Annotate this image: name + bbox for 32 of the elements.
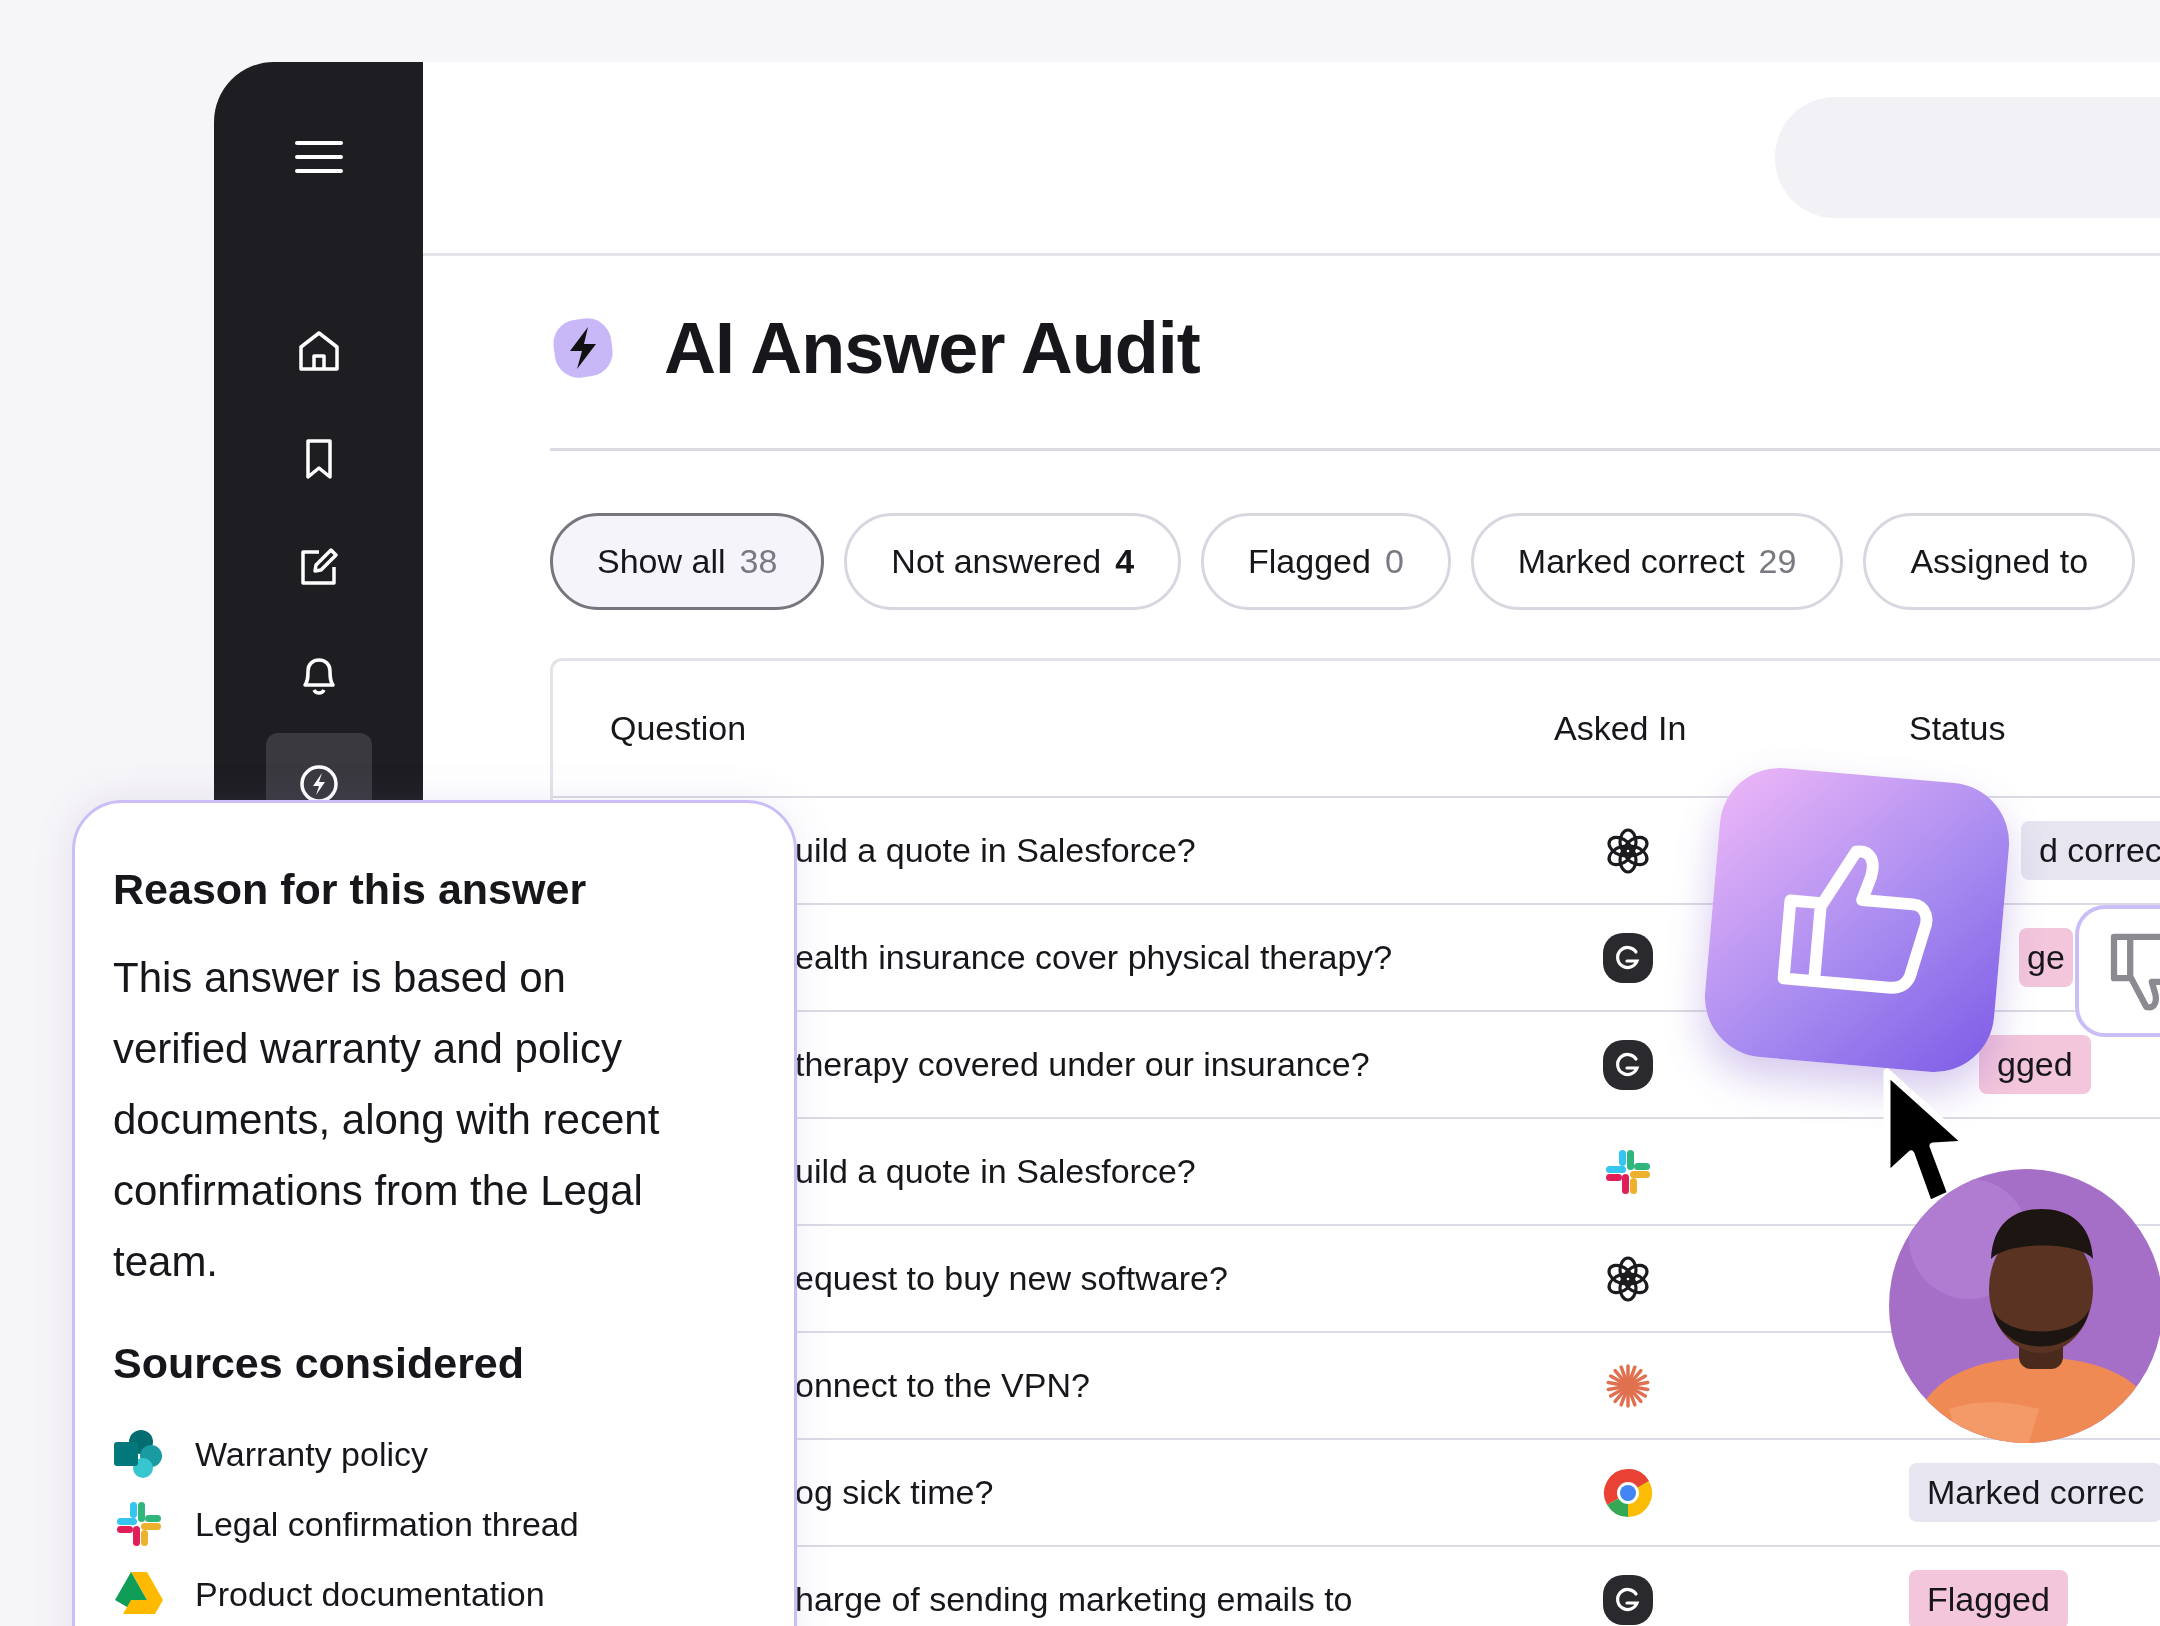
sidebar-item[interactable] xyxy=(265,733,372,800)
status-badge: Marked correc xyxy=(1909,1463,2160,1522)
column-header: Asked In xyxy=(1554,709,1688,748)
question-cell: og sick time? xyxy=(795,1473,994,1511)
status-badge: gged xyxy=(1979,1035,2091,1094)
source-link[interactable]: Legal confirmation thread xyxy=(195,1504,579,1544)
column-header: Question xyxy=(609,709,748,748)
filter-chip[interactable]: Show all 38 xyxy=(550,513,825,610)
circles-icon xyxy=(113,1428,165,1480)
swirl-icon xyxy=(1602,1038,1654,1091)
swirl-icon xyxy=(1602,931,1654,984)
panel-heading: Sources considered xyxy=(113,1339,526,1388)
question-cell: onnect to the VPN? xyxy=(795,1366,1090,1404)
source-link[interactable]: Product documentation xyxy=(195,1574,545,1614)
column-header: Status xyxy=(1909,709,2007,748)
status-badge: Flagged xyxy=(1909,1570,2068,1626)
reason-text: This answer is based on verified warranty and policy documents, along with recent confirmations from the Legal team. xyxy=(113,953,661,1287)
filter-chip[interactable]: Assigned to xyxy=(1863,513,2136,610)
page-title: AI Answer Audit xyxy=(664,307,1200,389)
filter-chip[interactable]: Flagged 0 xyxy=(1201,513,1451,610)
source-link[interactable]: Warranty policy xyxy=(195,1434,429,1474)
question-cell: uild a quote in Salesforce? xyxy=(795,831,1196,869)
question-cell: uild a quote in Salesforce? xyxy=(795,1152,1196,1190)
question-cell: ealth insurance cover physical therapy? xyxy=(795,938,1393,976)
filter-chip[interactable]: Marked correct 29 xyxy=(1470,513,1844,610)
question-cell: equest to buy new software? xyxy=(795,1259,1228,1297)
question-cell: therapy covered under our insurance? xyxy=(795,1045,1370,1083)
question-cell: harge of sending marketing emails to xyxy=(795,1580,1353,1618)
status-badge: ge xyxy=(2019,928,2073,987)
ring-icon xyxy=(1602,1466,1654,1519)
filter-chip[interactable]: Not answered 4 xyxy=(844,513,1182,610)
panel-heading: Reason for this answer xyxy=(113,865,588,914)
